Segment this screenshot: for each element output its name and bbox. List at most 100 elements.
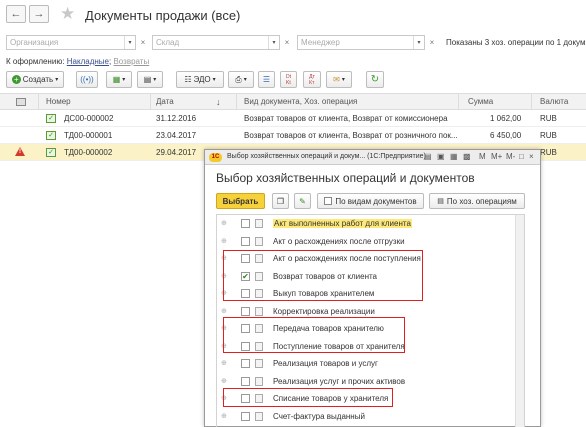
expand-icon[interactable]: ⊕ bbox=[221, 377, 227, 385]
calculator-icon[interactable]: ▩ bbox=[463, 152, 471, 161]
clear-icon[interactable]: × bbox=[282, 35, 292, 50]
table-row[interactable]: ✓ ДС00-000002 31.12.2016 Возврат товаров… bbox=[0, 110, 586, 127]
expand-icon[interactable]: ⊕ bbox=[221, 307, 227, 315]
col-currency[interactable]: Валюта bbox=[540, 97, 568, 106]
clear-icon[interactable]: × bbox=[427, 35, 437, 50]
report-button[interactable]: ☰ bbox=[258, 71, 275, 88]
document-icon bbox=[255, 359, 263, 368]
item-checkbox[interactable] bbox=[241, 219, 250, 228]
chevron-down-icon: ▾ bbox=[122, 77, 126, 83]
page-title: Документы продажи (все) bbox=[85, 8, 241, 23]
sort-arrow-icon: ↓ bbox=[216, 97, 221, 107]
col-date[interactable]: Дата bbox=[156, 97, 174, 106]
forward-button[interactable]: → bbox=[29, 5, 49, 23]
document-icon bbox=[255, 411, 263, 421]
dialog-titlebar[interactable]: 1С Выбор хозяйственных операций и докум.… bbox=[205, 150, 540, 165]
edit-button[interactable]: ✎ bbox=[294, 193, 311, 209]
dt-kt-report-icon: Дт Кт bbox=[309, 73, 315, 86]
item-label: Акт выполненных работ для клиента bbox=[273, 219, 412, 228]
refresh-button[interactable]: ↻ bbox=[366, 71, 384, 88]
save-icon[interactable]: ▤ bbox=[424, 152, 432, 161]
list-item[interactable]: ⊕ Акт выполненных работ для клиента bbox=[217, 215, 524, 232]
forms-icon: ▤ bbox=[143, 75, 152, 84]
item-checkbox[interactable] bbox=[241, 359, 250, 368]
star-icon[interactable]: ★ bbox=[60, 4, 75, 24]
col-sum[interactable]: Сумма bbox=[468, 97, 493, 106]
print-button[interactable]: ⎙ ▾ bbox=[228, 71, 254, 88]
item-label: Реализация товаров и услуг bbox=[273, 359, 378, 368]
item-label: Акт о расхождениях после отгрузки bbox=[273, 236, 405, 246]
create-button[interactable]: + Создать ▾ bbox=[6, 71, 64, 88]
expand-icon[interactable]: ⊕ bbox=[221, 412, 227, 420]
chevron-down-icon: ▾ bbox=[243, 77, 247, 83]
arrow-left-icon: ← bbox=[10, 8, 22, 20]
copy-icon: ❐ bbox=[276, 196, 285, 206]
col-number[interactable]: Номер bbox=[46, 97, 71, 106]
item-checkbox[interactable] bbox=[241, 411, 250, 421]
back-button[interactable]: ← bbox=[6, 5, 26, 23]
arrow-right-icon: → bbox=[33, 8, 45, 20]
copy-icon[interactable]: ▣ bbox=[437, 152, 445, 161]
toggle-icon bbox=[324, 197, 333, 205]
table-row[interactable]: ✓ ТД00-000001 23.04.2017 Возврат товаров… bbox=[0, 127, 586, 144]
chevron-down-icon: ▾ bbox=[341, 77, 345, 83]
list-item[interactable]: ⊕ Реализация товаров и услуг bbox=[217, 355, 524, 372]
item-checkbox[interactable] bbox=[241, 306, 250, 316]
scrollbar[interactable] bbox=[515, 215, 524, 427]
edit-icon: ✎ bbox=[299, 196, 306, 206]
expand-icon[interactable]: ⊕ bbox=[221, 237, 227, 245]
returns-link[interactable]: Возвраты bbox=[113, 57, 149, 66]
attach-button[interactable]: ✉ ▾ bbox=[326, 71, 352, 88]
filter-status: Показаны 3 хоз. операции по 1 докум bbox=[446, 38, 586, 47]
clear-icon[interactable]: × bbox=[138, 35, 148, 50]
memory-minus-button[interactable]: M- bbox=[506, 152, 515, 161]
document-icon bbox=[255, 219, 263, 228]
structure-button[interactable]: ▦ ▾ bbox=[106, 71, 132, 88]
col-operation[interactable]: Вид документа, Хоз. операция bbox=[244, 97, 357, 106]
edo-icon: ☷ bbox=[184, 75, 192, 84]
manager-filter[interactable]: Менеджер ▾ bbox=[297, 35, 425, 50]
broadcast-icon: ((•)) bbox=[80, 75, 94, 84]
debit-credit-button[interactable]: Dt Kt bbox=[280, 71, 297, 88]
dialog-heading: Выбор хозяйственных операций и документо… bbox=[216, 171, 475, 185]
dropdown-arrow-icon[interactable]: ▾ bbox=[413, 36, 424, 49]
maximize-icon[interactable]: □ bbox=[519, 152, 524, 161]
select-button[interactable]: Выбрать bbox=[216, 193, 265, 209]
calendar-icon[interactable]: ▦ bbox=[450, 152, 458, 161]
grid-header: Номер Дата ↓ Вид документа, Хоз. операци… bbox=[0, 93, 586, 110]
memory-button[interactable]: M bbox=[479, 152, 486, 161]
copy-button[interactable]: ❐ bbox=[272, 193, 289, 209]
expand-icon[interactable]: ⊕ bbox=[221, 359, 227, 367]
printer-icon: ⎙ bbox=[235, 74, 242, 84]
hierarchy-icon: ▦ bbox=[112, 75, 121, 84]
dropdown-arrow-icon[interactable]: ▾ bbox=[268, 36, 279, 49]
operations-icon: ▤ bbox=[437, 198, 444, 205]
memory-plus-button[interactable]: M+ bbox=[491, 152, 502, 161]
invoices-link[interactable]: Накладные bbox=[67, 57, 109, 66]
list-icon: ☰ bbox=[262, 75, 271, 84]
chevron-down-icon: ▾ bbox=[153, 77, 157, 83]
dt-kt-icon: Dt Kt bbox=[286, 73, 291, 86]
expand-icon[interactable]: ⊕ bbox=[221, 219, 227, 227]
chevron-down-icon: ▾ bbox=[212, 77, 216, 83]
exchange-button[interactable]: ((•)) bbox=[76, 71, 98, 88]
document-icon bbox=[255, 236, 263, 246]
by-operations-toggle[interactable]: ▤ По хоз. операциям bbox=[429, 193, 525, 209]
list-item[interactable]: ⊕ Реализация услуг и прочих активов bbox=[217, 373, 524, 390]
item-checkbox[interactable] bbox=[241, 376, 250, 386]
item-checkbox[interactable] bbox=[241, 236, 250, 246]
attachment-icon: ✉ bbox=[333, 75, 340, 84]
chevron-down-icon: ▾ bbox=[55, 77, 59, 83]
dropdown-arrow-icon[interactable]: ▾ bbox=[124, 36, 135, 49]
organization-filter[interactable]: Организация ▾ bbox=[6, 35, 136, 50]
by-doc-types-toggle[interactable]: По видам документов bbox=[317, 193, 424, 209]
list-item[interactable]: ⊕ Акт о расхождениях после отгрузки bbox=[217, 233, 524, 250]
item-label: Счет-фактура выданный bbox=[273, 411, 365, 421]
dt-kt-report-button[interactable]: Дт Кт bbox=[303, 71, 321, 88]
close-icon[interactable]: × bbox=[529, 152, 534, 161]
warehouse-filter[interactable]: Склад ▾ bbox=[152, 35, 280, 50]
print-forms-button[interactable]: ▤ ▾ bbox=[137, 71, 163, 88]
item-label: Корректировка реализации bbox=[273, 306, 375, 316]
list-item[interactable]: ⊕ Счет-фактура выданный bbox=[217, 408, 524, 425]
edo-button[interactable]: ☷ ЭДО ▾ bbox=[176, 71, 224, 88]
